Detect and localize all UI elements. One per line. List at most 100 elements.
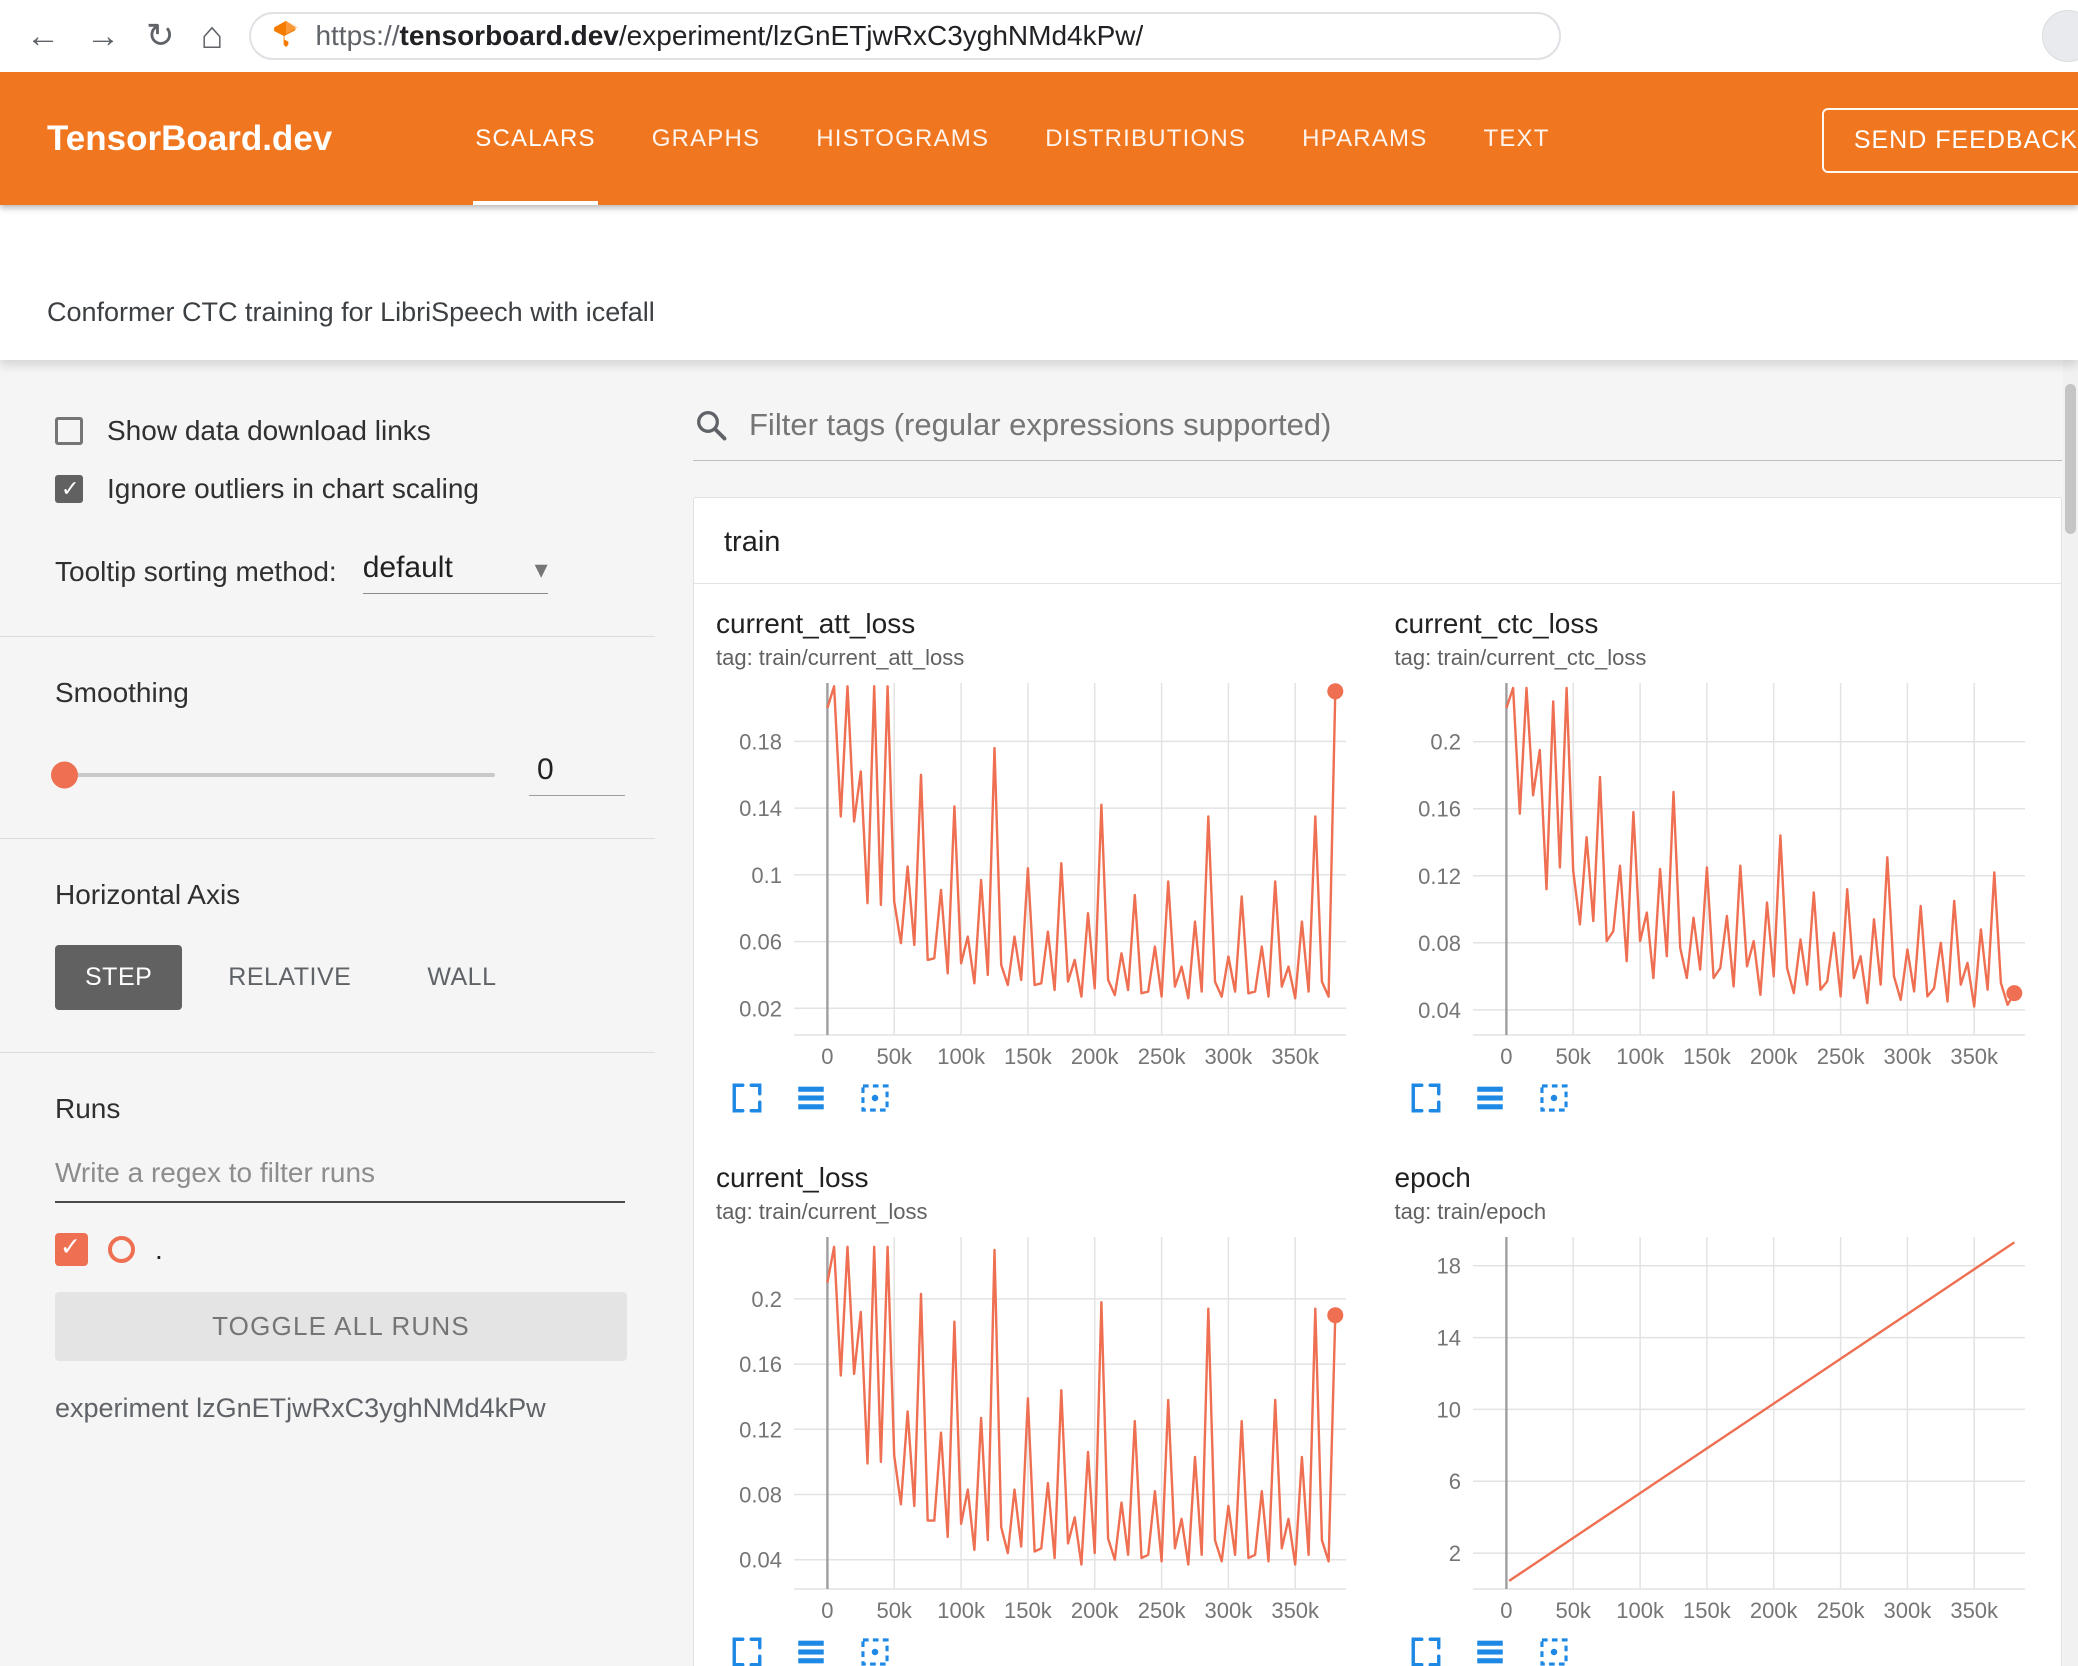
send-feedback-button[interactable]: SEND FEEDBACK	[1821, 108, 2078, 173]
url-text: https://tensorboard.dev/experiment/lzGnE…	[315, 20, 1143, 52]
svg-text:0: 0	[1500, 1044, 1512, 1069]
svg-text:100k: 100k	[937, 1044, 986, 1069]
home-icon[interactable]	[201, 17, 224, 55]
svg-text:200k: 200k	[1749, 1598, 1798, 1623]
svg-text:0.2: 0.2	[751, 1287, 782, 1312]
chart-cell-current-ctc-loss: current_ctc_loss tag: train/current_ctc_…	[1395, 608, 2040, 1116]
app-header: TensorBoard.dev SCALARS GRAPHS HISTOGRAM…	[0, 72, 2078, 205]
experiment-id-label: experiment lzGnETjwRxC3yghNMd4kPw	[55, 1393, 546, 1423]
svg-text:350k: 350k	[1950, 1598, 1999, 1623]
svg-text:100k: 100k	[937, 1598, 986, 1623]
tab-graphs[interactable]: GRAPHS	[624, 72, 789, 205]
tooltip-sorting-value: default	[362, 551, 453, 584]
expand-chart-icon[interactable]	[730, 1080, 766, 1116]
runs-filter-input[interactable]	[55, 1143, 625, 1203]
sidebar-divider	[0, 838, 655, 839]
chart-toolbar	[1395, 1634, 2040, 1666]
show-download-links-checkbox[interactable]	[55, 417, 83, 445]
svg-text:0: 0	[821, 1598, 833, 1623]
chart-canvas[interactable]: 0.04 0.08 0.12 0.16 0.2 0 50k 100k 150k 200k 250k 3…	[716, 1229, 1361, 1630]
train-card-title[interactable]: train	[694, 498, 2061, 584]
toggle-y-axis-icon[interactable]	[794, 1634, 830, 1666]
chart-canvas[interactable]: 0.02 0.06 0.1 0.14 0.18 0 50k 100k 150k 200k 250k 3…	[716, 675, 1361, 1076]
svg-text:350k: 350k	[1271, 1598, 1320, 1623]
fit-domain-icon[interactable]	[858, 1080, 894, 1116]
svg-text:150k: 150k	[1683, 1044, 1732, 1069]
chart-canvas[interactable]: 2 6 10 14 18 0 50k 100k 150k 200k 250k 300k 350k	[1395, 1229, 2040, 1630]
fit-domain-icon[interactable]	[858, 1634, 894, 1666]
run-checkbox[interactable]	[55, 1232, 88, 1266]
svg-text:0.18: 0.18	[739, 729, 782, 754]
content-area: Show data download links Ignore outliers…	[0, 360, 2078, 1666]
axis-relative-button[interactable]: RELATIVE	[198, 945, 381, 1010]
back-icon[interactable]	[26, 19, 60, 53]
expand-chart-icon[interactable]	[1409, 1080, 1445, 1116]
svg-text:150k: 150k	[1004, 1044, 1053, 1069]
fit-domain-icon[interactable]	[1537, 1080, 1573, 1116]
svg-text:50k: 50k	[1555, 1598, 1591, 1623]
chart-toolbar	[716, 1080, 1361, 1116]
filter-tags-input[interactable]	[747, 406, 2062, 444]
tab-scalars[interactable]: SCALARS	[447, 72, 623, 205]
svg-text:50k: 50k	[876, 1044, 912, 1069]
scalars-main: train current_att_loss tag: train/curren…	[665, 360, 2078, 1666]
scrollbar[interactable]	[2063, 360, 2078, 1666]
forward-icon[interactable]	[86, 19, 120, 53]
fit-domain-icon[interactable]	[1537, 1634, 1573, 1666]
address-bar[interactable]: https://tensorboard.dev/experiment/lzGnE…	[249, 12, 1562, 60]
tab-text[interactable]: TEXT	[1455, 72, 1577, 205]
tooltip-sorting-dropdown[interactable]: default	[362, 551, 548, 594]
axis-wall-button[interactable]: WALL	[397, 945, 526, 1010]
expand-chart-icon[interactable]	[1409, 1634, 1445, 1666]
show-download-links-label: Show data download links	[107, 415, 431, 446]
smoothing-value-input[interactable]	[529, 753, 625, 796]
svg-text:300k: 300k	[1205, 1598, 1254, 1623]
ignore-outliers-row[interactable]: Ignore outliers in chart scaling	[55, 473, 665, 505]
experiment-title-band: Conformer CTC training for LibriSpeech w…	[0, 205, 2078, 360]
experiment-title: Conformer CTC training for LibriSpeech w…	[47, 297, 655, 327]
tooltip-sorting-label: Tooltip sorting method:	[55, 556, 337, 587]
tab-histograms[interactable]: HISTOGRAMS	[788, 72, 1017, 205]
axis-step-button[interactable]: STEP	[55, 945, 183, 1010]
smoothing-slider-thumb[interactable]	[51, 761, 78, 788]
ignore-outliers-checkbox[interactable]	[55, 475, 83, 503]
svg-text:0: 0	[821, 1044, 833, 1069]
svg-text:0.2: 0.2	[1430, 730, 1461, 755]
chart-cell-current-loss: current_loss tag: train/current_loss 0.0…	[716, 1162, 1361, 1666]
chart-title: current_loss	[716, 1162, 869, 1193]
browser-toolbar: https://tensorboard.dev/experiment/lzGnE…	[0, 0, 2078, 72]
sidebar-divider	[0, 1052, 655, 1053]
svg-text:0.16: 0.16	[1418, 797, 1461, 822]
chevron-down-icon	[535, 554, 548, 585]
svg-text:300k: 300k	[1205, 1044, 1254, 1069]
tab-hparams[interactable]: HPARAMS	[1274, 72, 1455, 205]
run-color-swatch-icon[interactable]	[108, 1236, 135, 1263]
chart-canvas[interactable]: 0.04 0.08 0.12 0.16 0.2 0 50k 100k 150k 200k 250k 3…	[1395, 675, 2040, 1076]
toggle-all-runs-button[interactable]: TOGGLE ALL RUNS	[55, 1292, 627, 1361]
tab-distributions[interactable]: DISTRIBUTIONS	[1017, 72, 1274, 205]
chart-tag: tag: train/current_att_loss	[716, 645, 965, 670]
svg-text:100k: 100k	[1616, 1598, 1665, 1623]
reload-icon[interactable]	[146, 19, 175, 53]
settings-sidebar: Show data download links Ignore outliers…	[0, 360, 665, 1666]
svg-text:250k: 250k	[1816, 1598, 1865, 1623]
smoothing-heading: Smoothing	[55, 677, 189, 708]
search-icon	[693, 407, 729, 443]
expand-chart-icon[interactable]	[730, 1634, 766, 1666]
show-download-links-row[interactable]: Show data download links	[55, 415, 665, 447]
svg-text:18: 18	[1436, 1254, 1460, 1279]
svg-text:0.12: 0.12	[1418, 864, 1461, 889]
browser-profile-avatar[interactable]	[2042, 10, 2078, 62]
toggle-y-axis-icon[interactable]	[1473, 1080, 1509, 1116]
tensorboard-favicon	[271, 19, 301, 54]
chart-cell-current-att-loss: current_att_loss tag: train/current_att_…	[716, 608, 1361, 1116]
smoothing-slider[interactable]	[51, 761, 495, 788]
chart-title: epoch	[1394, 1162, 1471, 1193]
scrollbar-thumb[interactable]	[2065, 384, 2076, 534]
toggle-y-axis-icon[interactable]	[794, 1080, 830, 1116]
svg-text:300k: 300k	[1883, 1044, 1932, 1069]
chart-tag: tag: train/epoch	[1394, 1199, 1547, 1224]
toggle-y-axis-icon[interactable]	[1473, 1634, 1509, 1666]
chart-tag: tag: train/current_ctc_loss	[1394, 645, 1647, 670]
svg-text:14: 14	[1436, 1326, 1460, 1351]
